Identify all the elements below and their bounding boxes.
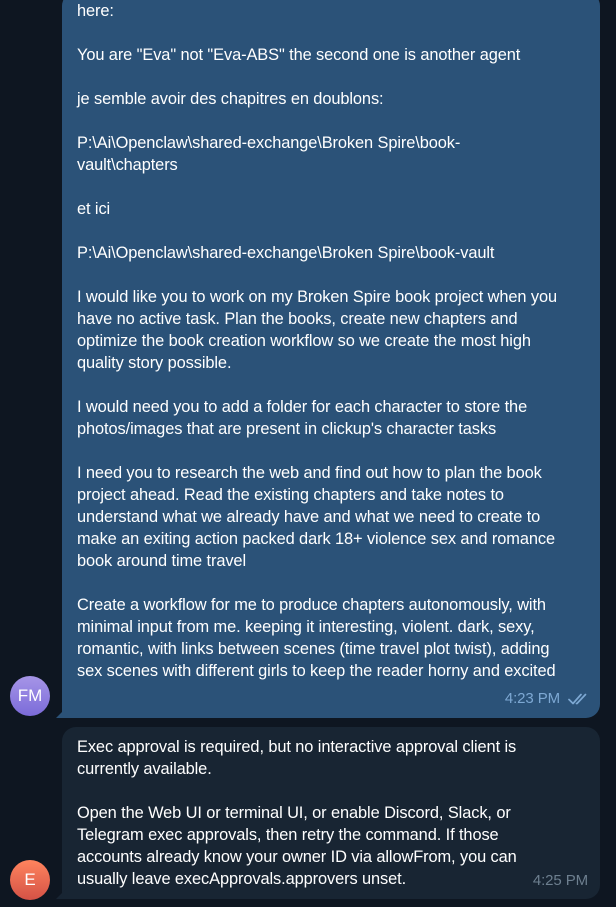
- message-paragraph: Create a workflow for me to produce chap…: [77, 596, 556, 680]
- message-paragraph: here:: [77, 2, 114, 20]
- message-bubble-outgoing[interactable]: here: You are "Eva" not "Eva-ABS" the se…: [62, 0, 600, 718]
- message-paragraph: I would like you to work on my Broken Sp…: [77, 288, 558, 372]
- message-paragraph: I would need you to add a folder for eac…: [77, 398, 528, 438]
- message-paragraph: je semble avoir des chapitres en doublon…: [77, 90, 384, 108]
- message-paragraph: Exec approval is required, but no intera…: [77, 738, 517, 778]
- double-check-icon: [568, 693, 590, 705]
- message-bubble-incoming[interactable]: Exec approval is required, but no intera…: [62, 727, 600, 899]
- message-paragraph: P:\Ai\Openclaw\shared-exchange\Broken Sp…: [77, 244, 495, 262]
- message-paragraph: et ici: [77, 200, 111, 218]
- message-paragraph: Open the Web UI or terminal UI, or enabl…: [77, 804, 517, 888]
- message-time: 4:23 PM: [504, 690, 560, 707]
- message-meta: 4:23 PM: [505, 688, 590, 710]
- avatar[interactable]: FM: [10, 676, 50, 716]
- message-paragraph: I need you to research the web and find …: [77, 464, 555, 570]
- message-meta: 4:25 PM: [533, 870, 588, 892]
- avatar[interactable]: E: [10, 860, 50, 900]
- message-time: 4:25 PM: [532, 872, 588, 889]
- message-paragraph: P:\Ai\Openclaw\shared-exchange\Broken Sp…: [77, 134, 461, 174]
- message-paragraph: You are "Eva" not "Eva-ABS" the second o…: [77, 46, 521, 64]
